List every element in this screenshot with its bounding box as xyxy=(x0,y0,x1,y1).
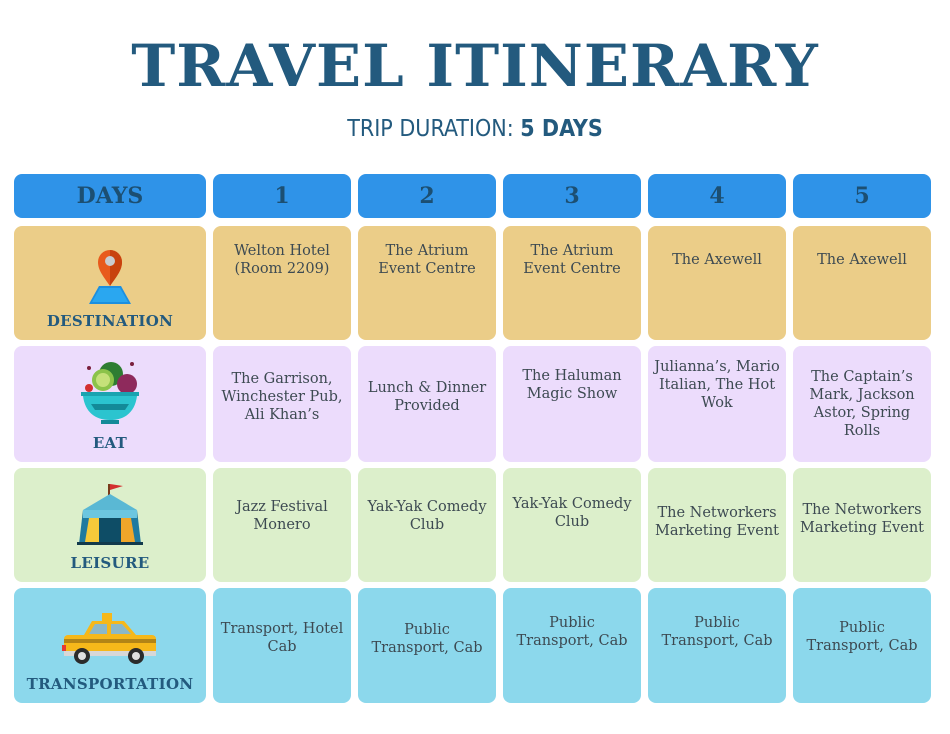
day-header-5: 5 xyxy=(793,174,931,218)
row-label-text: LEISURE xyxy=(70,554,150,572)
eat-day-5: The Captain’s Mark, Jackson Astor, Sprin… xyxy=(793,346,931,462)
row-label-eat: EAT xyxy=(14,346,206,462)
day-header-2: 2 xyxy=(358,174,496,218)
row-label-text: DESTINATION xyxy=(46,312,174,330)
taxi-icon xyxy=(62,613,156,664)
transportation-day-4: Public Transport, Cab xyxy=(648,588,786,703)
eat-day-3: The Haluman Magic Show xyxy=(503,346,641,462)
trip-duration-label: TRIP DURATION: xyxy=(347,116,521,142)
day-header-3: 3 xyxy=(503,174,641,218)
row-label-leisure: LEISURE xyxy=(14,468,206,582)
day-header-1: 1 xyxy=(213,174,351,218)
leisure-day-5: The Networkers Marketing Event xyxy=(793,468,931,582)
leisure-day-1: Jazz Festival Monero xyxy=(213,468,351,582)
circus-tent-icon xyxy=(77,484,143,545)
day-header-4: 4 xyxy=(648,174,786,218)
leisure-day-3: Yak-Yak Comedy Club xyxy=(503,468,641,582)
page-title: TRAVEL ITINERARY xyxy=(131,32,819,100)
destination-day-1: Welton Hotel (Room 2209) xyxy=(213,226,351,340)
destination-day-2: The Atrium Event Centre xyxy=(358,226,496,340)
transportation-day-5: Public Transport, Cab xyxy=(793,588,931,703)
trip-duration: TRIP DURATION: 5 DAYS xyxy=(0,114,950,144)
eat-day-1: The Garrison, Winchester Pub, Ali Khan’s xyxy=(213,346,351,462)
leisure-day-4: The Networkers Marketing Event xyxy=(648,468,786,582)
itinerary-table: DAYS 1 2 3 4 5 DESTINATION Welton Hotel … xyxy=(14,174,931,703)
days-header: DAYS xyxy=(14,174,206,218)
destination-day-4: The Axewell xyxy=(648,226,786,340)
transportation-day-2: Public Transport, Cab xyxy=(358,588,496,703)
row-label-text: TRANSPORTATION xyxy=(26,675,194,693)
transportation-day-1: Transport, Hotel Cab xyxy=(213,588,351,703)
eat-day-4: Julianna’s, Mario Italian, The Hot Wok xyxy=(648,346,786,462)
destination-day-3: The Atrium Event Centre xyxy=(503,226,641,340)
row-label-destination: DESTINATION xyxy=(14,226,206,340)
trip-duration-value: 5 DAYS xyxy=(520,116,603,142)
row-label-text: EAT xyxy=(92,434,128,452)
transportation-day-3: Public Transport, Cab xyxy=(503,588,641,703)
row-label-transportation: TRANSPORTATION xyxy=(14,588,206,703)
destination-day-5: The Axewell xyxy=(793,226,931,340)
leisure-day-2: Yak-Yak Comedy Club xyxy=(358,468,496,582)
map-pin-icon xyxy=(89,250,131,304)
eat-day-2: Lunch & Dinner Provided xyxy=(358,346,496,462)
salad-bowl-icon xyxy=(81,362,139,424)
